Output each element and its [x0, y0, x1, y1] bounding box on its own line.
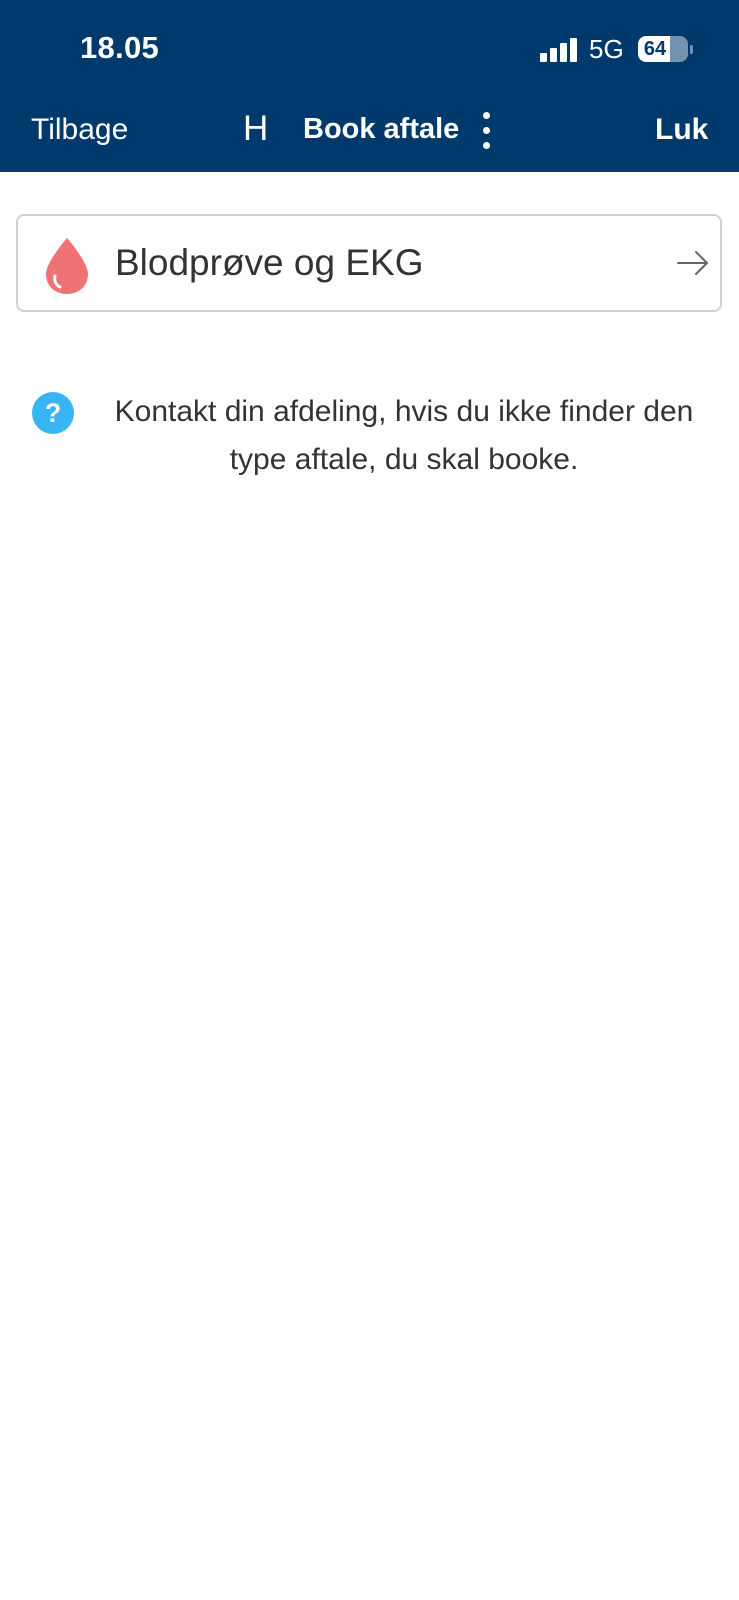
question-icon: ? — [32, 392, 74, 434]
info-message: Kontakt din afdeling, hvis du ikke finde… — [114, 395, 694, 476]
battery-nub — [690, 45, 693, 54]
battery-icon: 64 — [638, 36, 688, 62]
more-options-icon[interactable] — [478, 112, 496, 150]
hospital-logo: H — [243, 109, 269, 148]
signal-strength-icon — [540, 36, 580, 62]
app-header: 18.05 5G 64 Tilbage H Book aftale Luk — [0, 0, 739, 172]
appointment-type-label: Blodprøve og EKG — [115, 242, 424, 283]
network-type: 5G — [589, 34, 624, 64]
battery-level: 64 — [643, 38, 667, 60]
page-title: Book aftale — [303, 113, 460, 145]
appointment-type-blood-test-ekg[interactable]: Blodprøve og EKG — [16, 214, 722, 312]
back-button[interactable]: Tilbage — [31, 113, 128, 147]
svg-text:?: ? — [45, 398, 62, 428]
close-button[interactable]: Luk — [655, 113, 708, 147]
blood-drop-icon — [42, 236, 92, 296]
arrow-right-icon — [676, 248, 710, 278]
status-time: 18.05 — [80, 30, 160, 65]
